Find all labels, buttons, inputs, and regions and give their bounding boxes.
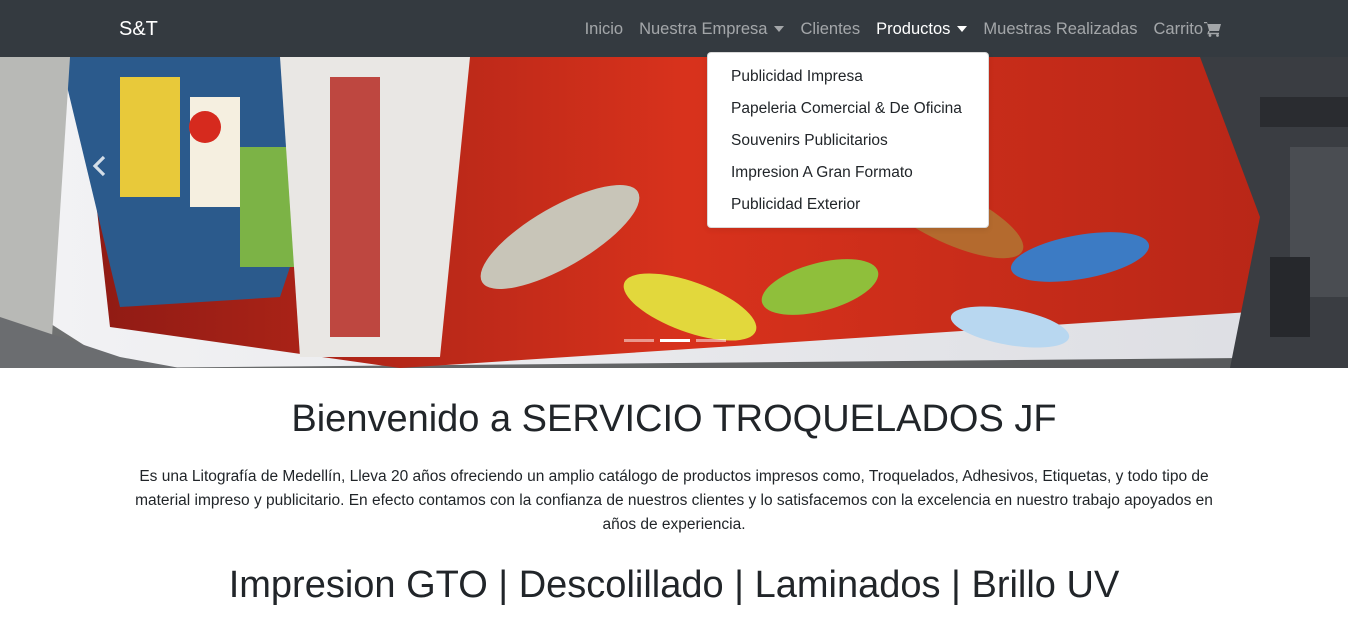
nav-menu: Inicio Nuestra Empresa Clientes Producto… <box>585 18 1222 40</box>
carousel-indicators <box>624 339 726 342</box>
nav-item-muestras-realizadas[interactable]: Muestras Realizadas <box>983 18 1137 40</box>
nav-item-carrito[interactable]: Carrito <box>1153 18 1222 40</box>
carousel-indicator[interactable] <box>624 339 654 342</box>
nav-item-clientes[interactable]: Clientes <box>800 18 860 40</box>
services-title: Impresion GTO | Descolillado | Laminados… <box>228 564 1120 606</box>
carousel-indicator[interactable] <box>696 339 726 342</box>
brand-logo[interactable]: S&T <box>119 17 158 41</box>
nav-item-productos[interactable]: Productos <box>876 18 968 40</box>
shopping-cart-icon <box>1204 22 1221 37</box>
nav-item-inicio[interactable]: Inicio <box>585 18 624 40</box>
intro-paragraph: Es una Litografía de Medellín, Lleva 20 … <box>135 468 1213 533</box>
nav-item-label: Clientes <box>800 20 861 38</box>
hero-carousel <box>0 57 1348 368</box>
dropdown-item-papeleria-comercial[interactable]: Papeleria Comercial & De Oficina <box>708 93 988 125</box>
welcome-title: Bienvenido a SERVICIO TROQUELADOS JF <box>291 398 1057 440</box>
nav-item-label: Productos <box>876 20 951 38</box>
nav-item-nuestra-empresa[interactable]: Nuestra Empresa <box>639 18 785 40</box>
carousel-indicator-active[interactable] <box>660 339 690 342</box>
caret-down-icon <box>774 26 785 32</box>
nav-item-label: Muestras Realizadas <box>983 20 1138 38</box>
dropdown-item-publicidad-impresa[interactable]: Publicidad Impresa <box>708 61 988 93</box>
carousel-slide-image <box>0 57 1348 368</box>
navbar: S&T Inicio Nuestra Empresa Clientes Prod… <box>0 0 1348 57</box>
dropdown-item-impresion-gran-formato[interactable]: Impresion A Gran Formato <box>708 157 988 189</box>
nav-item-label: Carrito <box>1153 20 1203 38</box>
dropdown-item-publicidad-exterior[interactable]: Publicidad Exterior <box>708 189 988 221</box>
nav-item-label: Nuestra Empresa <box>639 20 768 38</box>
carousel-prev-icon[interactable] <box>88 153 118 183</box>
caret-down-icon <box>957 26 968 32</box>
dropdown-item-souvenirs-publicitarios[interactable]: Souvenirs Publicitarios <box>708 125 988 157</box>
nav-item-label: Inicio <box>584 20 624 38</box>
productos-dropdown-menu: Publicidad Impresa Papeleria Comercial &… <box>707 52 989 228</box>
